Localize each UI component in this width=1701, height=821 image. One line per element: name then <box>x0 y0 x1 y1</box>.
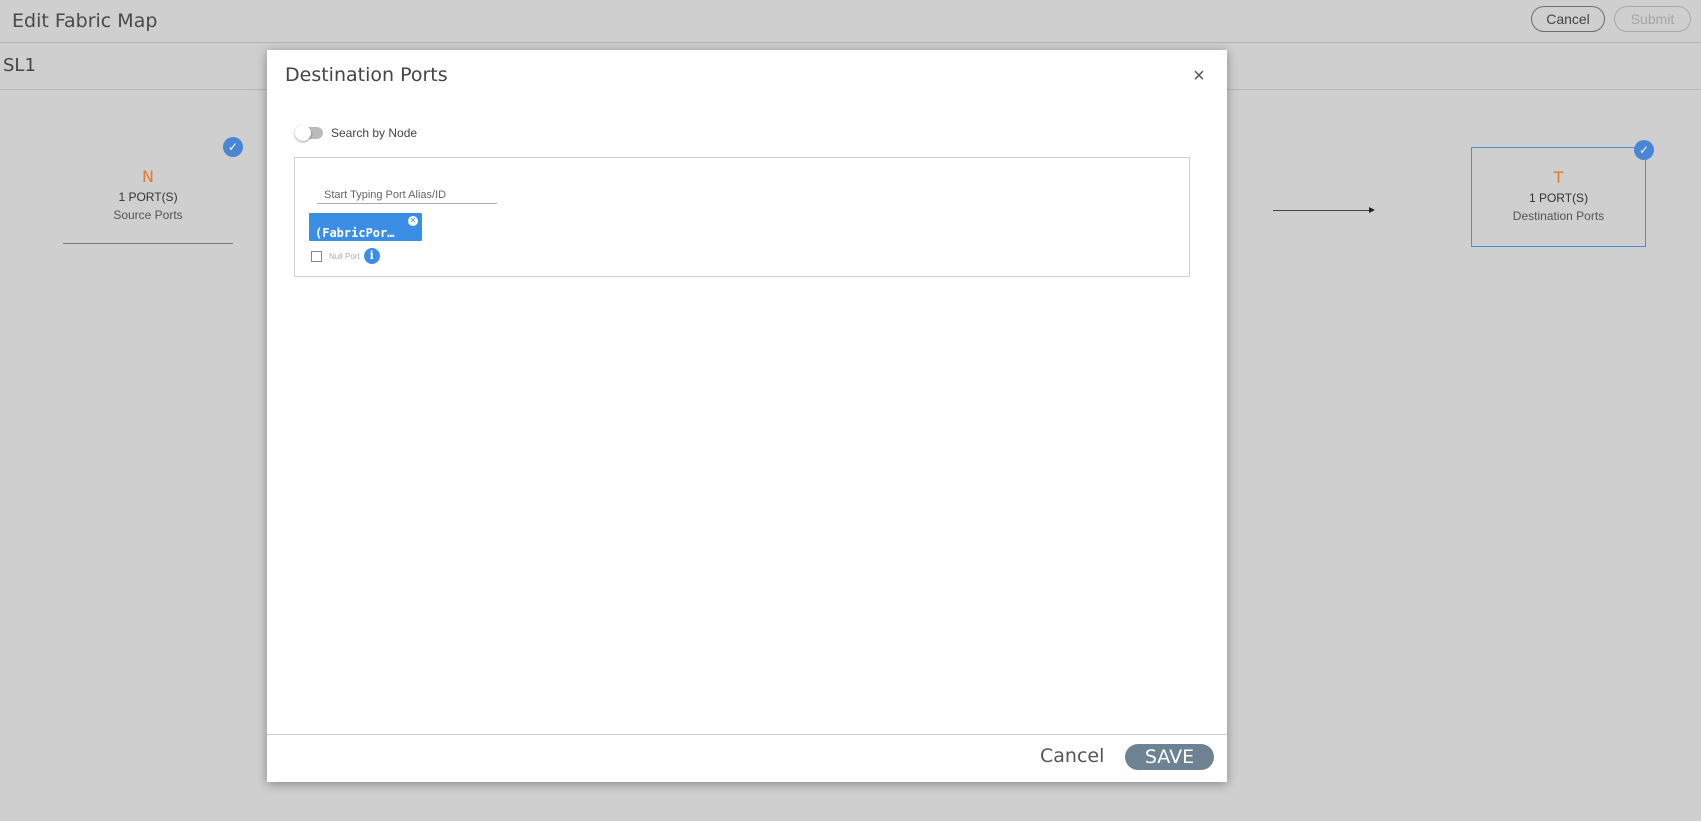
page-title: Edit Fabric Map <box>12 10 158 32</box>
connector-line <box>1273 210 1373 211</box>
source-ports-label: Source Ports <box>113 208 183 222</box>
check-circle-icon: ✓ <box>1634 140 1654 160</box>
null-port-checkbox[interactable] <box>311 250 322 262</box>
map-name: SL1 <box>3 55 36 76</box>
search-by-node-label: Search by Node <box>331 126 418 140</box>
destination-port-count: 1 PORT(S) <box>1528 191 1589 205</box>
dialog-title: Destination Ports <box>285 64 448 86</box>
info-icon[interactable]: i <box>363 248 380 264</box>
check-circle-icon: ✓ <box>223 137 243 157</box>
destination-node-letter: T <box>1553 168 1564 187</box>
search-by-node-toggle-row: Search by Node <box>295 125 418 141</box>
close-icon[interactable]: × <box>1191 66 1207 86</box>
selected-port-chip-label: (FabricPor… <box>315 226 395 240</box>
dialog-save-button[interactable]: SAVE <box>1125 744 1214 770</box>
cancel-button[interactable]: Cancel <box>1531 6 1605 32</box>
search-by-node-toggle[interactable] <box>295 125 323 141</box>
destination-ports-dialog: Destination Ports × Search by Node (Fabr… <box>267 50 1227 782</box>
null-port-row: Null Port i <box>311 248 380 264</box>
source-ports-card[interactable]: N 1 PORT(S) Source Ports <box>63 160 233 244</box>
submit-button[interactable]: Submit <box>1614 6 1691 32</box>
selected-port-chip: (FabricPor… ✕ <box>309 213 422 241</box>
dialog-cancel-button[interactable]: Cancel <box>1040 745 1104 767</box>
null-port-label: Null Port <box>329 251 360 261</box>
destination-ports-card[interactable]: T 1 PORT(S) Destination Ports <box>1471 147 1646 247</box>
dialog-footer: Cancel SAVE <box>267 734 1227 782</box>
remove-chip-icon[interactable]: ✕ <box>408 216 418 226</box>
toggle-knob <box>295 125 311 141</box>
arrow-head-icon <box>1369 207 1375 213</box>
source-node-letter: N <box>142 167 154 186</box>
destination-ports-label: Destination Ports <box>1512 209 1605 223</box>
source-port-count: 1 PORT(S) <box>118 190 178 204</box>
top-bar: Edit Fabric Map Cancel Submit <box>0 0 1701 43</box>
port-search-input[interactable] <box>317 186 497 204</box>
port-selection-panel: (FabricPor… ✕ Null Port i <box>294 157 1190 277</box>
